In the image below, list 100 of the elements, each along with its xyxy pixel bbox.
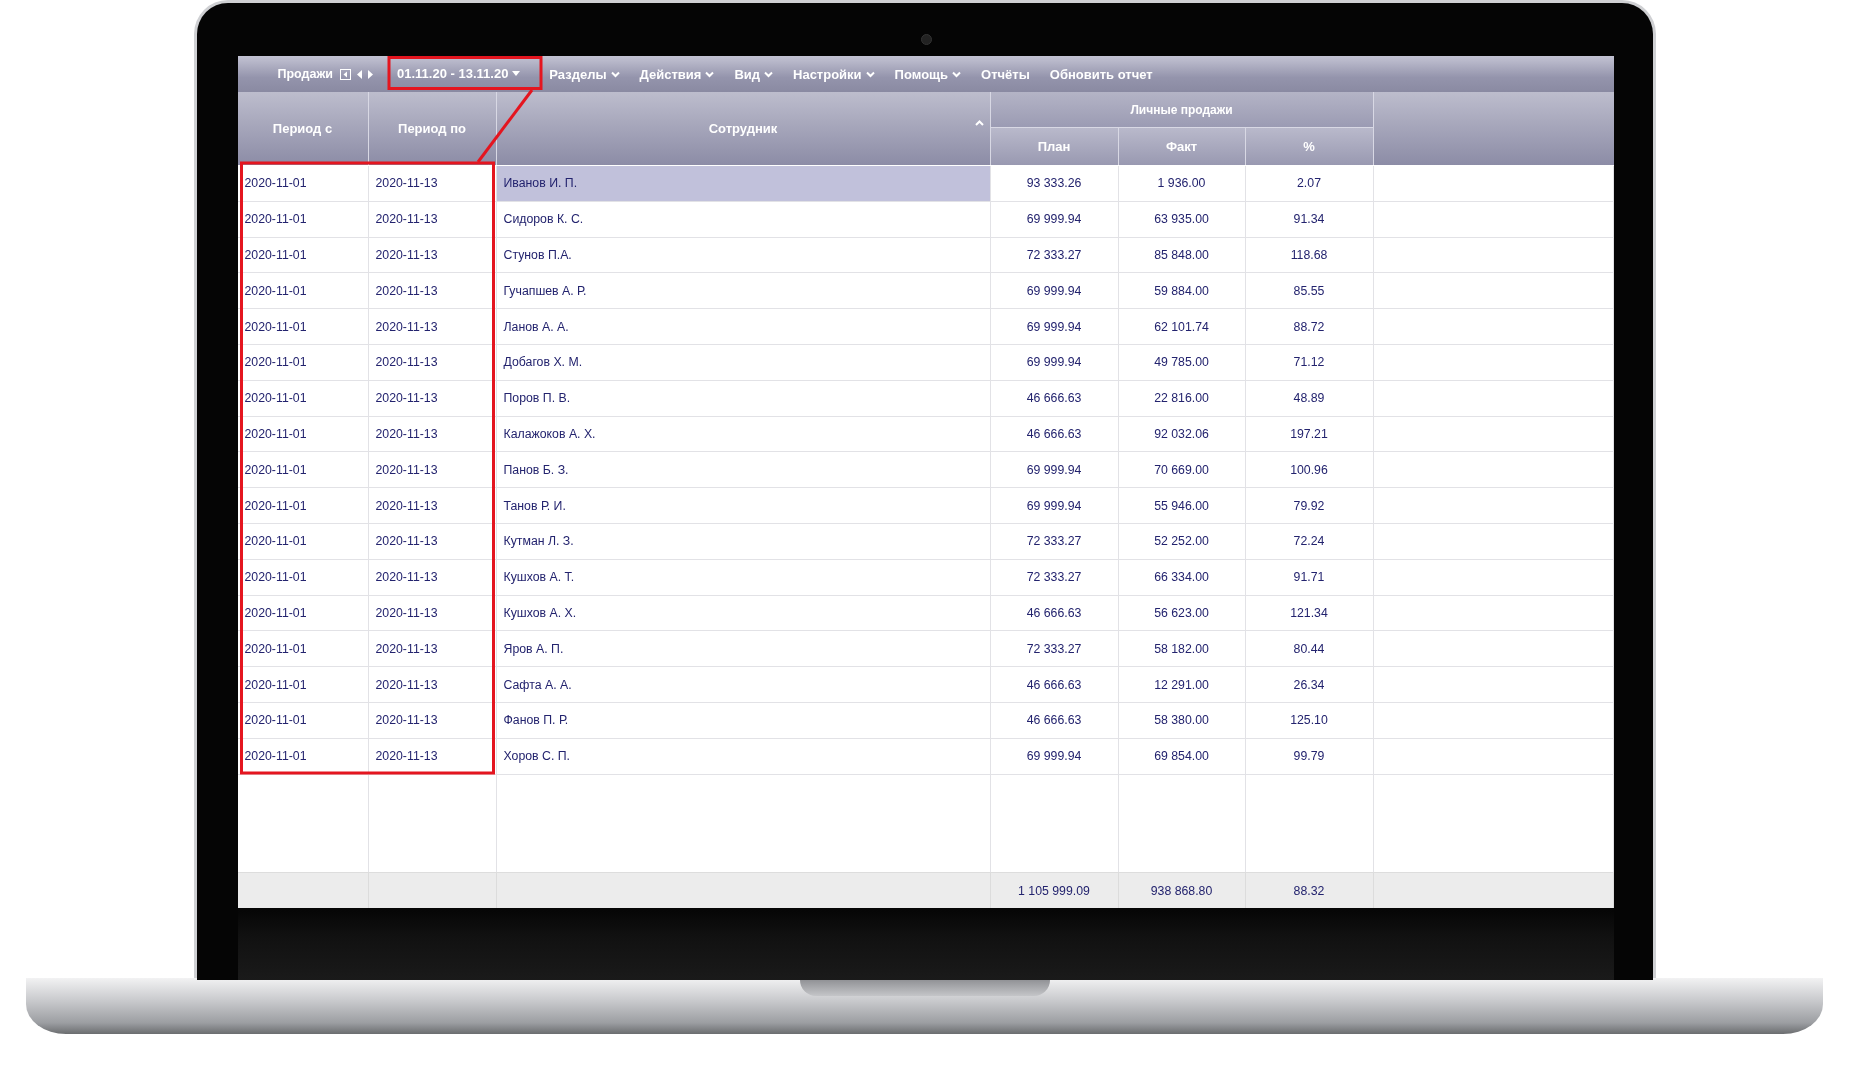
table-cell: 2020-11-13 (368, 488, 497, 523)
table-cell: 48.89 (1245, 380, 1374, 416)
table-cell: 118.68 (1245, 237, 1374, 273)
table-cell: 58 182.00 (1118, 631, 1246, 667)
table-cell: 72 333.27 (990, 631, 1119, 667)
table-cell: 91.71 (1245, 559, 1374, 595)
table-cell: 2020-11-13 (368, 345, 497, 380)
table-cell: 100.96 (1245, 452, 1374, 488)
table-cell: 62 101.74 (1118, 309, 1246, 344)
table-cell: 2020-11-13 (368, 166, 497, 201)
table-cell: 197.21 (1245, 416, 1374, 452)
table-cell: 12 291.00 (1118, 667, 1246, 702)
table-cell: 88.72 (1245, 309, 1374, 344)
table-cell: 71.12 (1245, 345, 1374, 380)
table-cell: 46 666.63 (990, 595, 1119, 631)
table-cell: 2020-11-13 (368, 702, 497, 738)
table-cell: 2020-11-01 (237, 201, 369, 237)
table-cell[interactable]: Танов Р. И. (496, 488, 991, 523)
table-cell: 69 854.00 (1118, 738, 1246, 774)
table-cell: 2020-11-01 (237, 273, 369, 309)
table-cell: 2020-11-13 (368, 273, 497, 309)
table-cell: 91.34 (1245, 201, 1374, 237)
table-cell: 72.24 (1245, 523, 1374, 559)
table-cell[interactable]: Сидоров К. С. (496, 201, 991, 237)
table-cell: 2020-11-13 (368, 667, 497, 702)
table-cell[interactable]: Ланов А. А. (496, 309, 991, 344)
table-cell: 2020-11-01 (237, 559, 369, 595)
table-cell: 2020-11-13 (368, 559, 497, 595)
table-cell[interactable]: Поров П. В. (496, 380, 991, 416)
table-cell: 70 669.00 (1118, 452, 1246, 488)
column-label: Период с (272, 121, 333, 136)
group-label: Личные продажи (1130, 102, 1233, 117)
table-cell: 46 666.63 (990, 416, 1119, 452)
column-label: Факт (1165, 139, 1198, 154)
table-cell[interactable]: Добагов Х. М. (496, 345, 991, 380)
table-cell: 69 999.94 (990, 738, 1119, 774)
table-cell: 69 999.94 (990, 345, 1119, 380)
table-cell: 2020-11-01 (237, 416, 369, 452)
table-cell[interactable]: Кутман Л. З. (496, 523, 991, 559)
table-cell: 46 666.63 (990, 380, 1119, 416)
table-cell: 80.44 (1245, 631, 1374, 667)
table-cell: 55 946.00 (1118, 488, 1246, 523)
table-cell: 2020-11-13 (368, 201, 497, 237)
table-cell: 2020-11-13 (368, 738, 497, 774)
table-cell[interactable]: Калажоков А. Х. (496, 416, 991, 452)
table-cell: 2020-11-13 (368, 416, 497, 452)
table-cell: 2020-11-01 (237, 523, 369, 559)
table-cell: 72 333.27 (990, 559, 1119, 595)
table-cell: 2020-11-13 (368, 631, 497, 667)
table-cell[interactable]: Гучапшев А. Р. (496, 273, 991, 309)
table-cell[interactable]: Иванов И. П. (496, 166, 991, 201)
table-cell: 22 816.00 (1118, 380, 1246, 416)
table-cell[interactable]: Кушхов А. Т. (496, 559, 991, 595)
table-cell: 2020-11-13 (368, 380, 497, 416)
column-label: % (1303, 139, 1315, 154)
table-cell[interactable]: Панов Б. З. (496, 452, 991, 488)
table-cell: 2020-11-01 (237, 309, 369, 344)
table-cell: 26.34 (1245, 667, 1374, 702)
table-cell: 2020-11-01 (237, 166, 369, 201)
table-cell: 85 848.00 (1118, 237, 1246, 273)
table-cell[interactable]: Хоров С. П. (496, 738, 991, 774)
table-cell: 46 666.63 (990, 667, 1119, 702)
table-cell: 2020-11-01 (237, 595, 369, 631)
table-cell: 92 032.06 (1118, 416, 1246, 452)
table-cell: 46 666.63 (990, 702, 1119, 738)
table-cell: 72 333.27 (990, 523, 1119, 559)
table-cell: 2020-11-01 (237, 631, 369, 667)
table-cell: 2020-11-01 (237, 738, 369, 774)
column-label: Период по (398, 121, 466, 136)
table-cell: 85.55 (1245, 273, 1374, 309)
table-cell: 2020-11-01 (237, 345, 369, 380)
table-cell[interactable]: Фанов П. Р. (496, 702, 991, 738)
table-cell: 2020-11-13 (368, 309, 497, 344)
table-cell: 69 999.94 (990, 488, 1119, 523)
table-cell: 66 334.00 (1118, 559, 1246, 595)
table-cell: 72 333.27 (990, 237, 1119, 273)
column-label: Сотрудник (708, 121, 778, 136)
column-label: План (1037, 139, 1071, 154)
table-cell: 63 935.00 (1118, 201, 1246, 237)
table-cell: 2020-11-01 (237, 667, 369, 702)
table-cell: 56 623.00 (1118, 595, 1246, 631)
table-cell: 69 999.94 (990, 273, 1119, 309)
table-cell: 2020-11-13 (368, 595, 497, 631)
table-cell[interactable]: Кушхов А. Х. (496, 595, 991, 631)
report-title: Продажи (277, 67, 334, 81)
table-cell[interactable]: Стунов П.А. (496, 237, 991, 273)
table-cell: 2.07 (1245, 166, 1374, 201)
table-cell: 69 999.94 (990, 309, 1119, 344)
table-cell: 69 999.94 (990, 201, 1119, 237)
table-cell: 59 884.00 (1118, 273, 1246, 309)
table-cell: 93 333.26 (990, 166, 1119, 201)
table-cell: 2020-11-13 (368, 237, 497, 273)
table-cell[interactable]: Сафта А. А. (496, 667, 991, 702)
table-cell: 2020-11-01 (237, 380, 369, 416)
table-cell: 2020-11-01 (237, 452, 369, 488)
table-cell: 99.79 (1245, 738, 1374, 774)
table-cell: 79.92 (1245, 488, 1374, 523)
table-cell: 121.34 (1245, 595, 1374, 631)
table-cell: 2020-11-01 (237, 237, 369, 273)
table-cell[interactable]: Яров А. П. (496, 631, 991, 667)
